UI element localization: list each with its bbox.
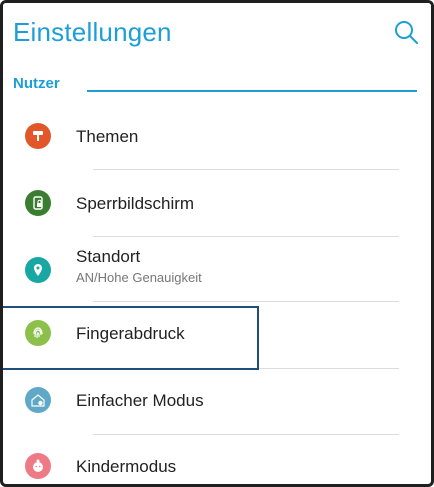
settings-item-label: Fingerabdruck xyxy=(76,324,185,343)
settings-item-label: Kindermodus xyxy=(76,457,177,476)
kid-mode-icon xyxy=(25,453,51,479)
page-title: Einstellungen xyxy=(13,17,172,47)
settings-item-fingerabdruck[interactable]: Fingerabdruck xyxy=(3,302,431,368)
easy-mode-icon xyxy=(25,387,51,413)
paint-roller-icon xyxy=(25,123,51,149)
settings-item-themen[interactable]: Themen xyxy=(3,103,431,169)
settings-item-label: Standort xyxy=(76,247,141,266)
section-divider xyxy=(87,90,417,92)
settings-item-label: Einfacher Modus xyxy=(76,391,204,410)
fingerprint-icon xyxy=(25,320,51,346)
settings-item-label: Sperrbildschirm xyxy=(76,194,195,213)
settings-item-kindermodus[interactable]: Kindermodus xyxy=(3,435,431,484)
lock-screen-icon xyxy=(25,190,51,216)
search-icon[interactable] xyxy=(393,19,419,45)
settings-item-einfacher-modus[interactable]: Einfacher Modus xyxy=(3,369,431,435)
settings-item-sperrbildschirm[interactable]: Sperrbildschirm xyxy=(3,170,431,236)
settings-item-standort[interactable]: Standort AN/Hohe Genauigkeit xyxy=(3,237,431,301)
section-label: Nutzer xyxy=(13,75,60,92)
section-header-nutzer: Nutzer xyxy=(3,65,431,103)
settings-screen: Einstellungen Nutzer Themen Sperrbildsch… xyxy=(0,0,434,487)
location-pin-icon xyxy=(25,257,51,283)
app-header: Einstellungen xyxy=(3,3,431,63)
settings-item-sublabel: AN/Hohe Genauigkeit xyxy=(76,270,202,285)
settings-item-label: Themen xyxy=(76,127,139,146)
